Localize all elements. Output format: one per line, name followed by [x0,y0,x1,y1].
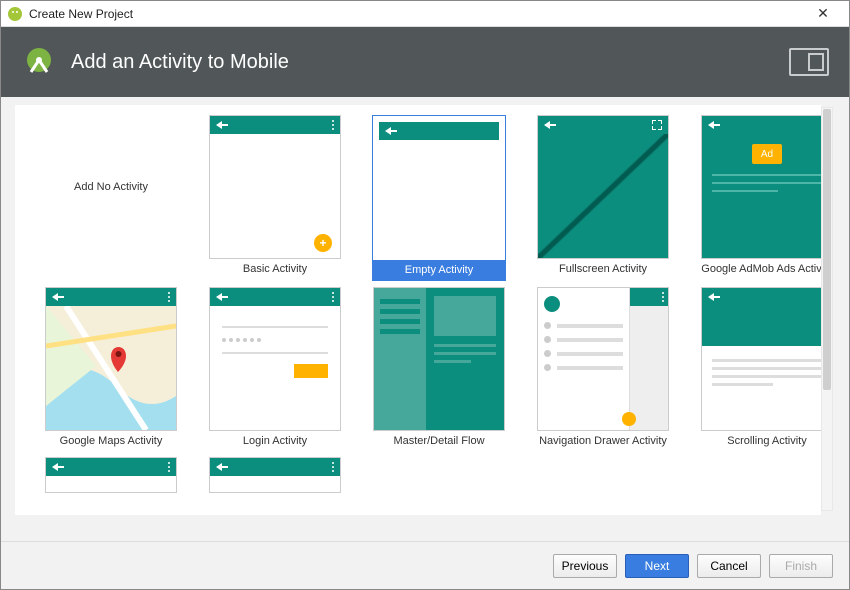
previous-button[interactable]: Previous [553,554,617,578]
template-navigation-drawer-activity[interactable]: Navigation Drawer Activity [527,287,679,451]
back-arrow-icon [216,293,222,301]
back-arrow-icon [52,293,58,301]
back-arrow-icon [216,121,222,129]
vertical-scrollbar[interactable] [821,107,833,511]
expand-icon [652,120,662,130]
template-scrolling-activity[interactable]: Scrolling Activity [691,287,835,451]
next-button[interactable]: Next [625,554,689,578]
cancel-button[interactable]: Cancel [697,554,761,578]
content-area: Add No Activity + Basic Activity [1,97,849,541]
android-studio-logo-icon [21,44,57,80]
template-partial-2[interactable] [199,457,351,493]
template-label: Fullscreen Activity [537,259,669,279]
header: Add an Activity to Mobile [1,27,849,97]
overflow-icon [168,462,170,472]
template-grid-scroll[interactable]: Add No Activity + Basic Activity [15,105,835,515]
template-add-no-activity[interactable]: Add No Activity [35,115,187,281]
back-arrow-icon [385,127,391,135]
page-title: Add an Activity to Mobile [71,51,789,74]
template-label: Empty Activity [373,260,505,280]
template-grid: Add No Activity + Basic Activity [35,115,813,493]
window-title: Create New Project [29,7,803,21]
close-icon[interactable]: ✕ [803,5,843,22]
template-label: Basic Activity [209,259,341,279]
back-arrow-icon [52,463,58,471]
fab-icon: + [314,234,332,252]
form-factor-icon [789,48,829,76]
back-arrow-icon [708,293,714,301]
ad-badge-icon: Ad [752,144,782,164]
back-arrow-icon [216,463,222,471]
login-button-icon [294,364,328,378]
overflow-icon [332,120,334,130]
template-empty-activity[interactable]: Empty Activity [363,115,515,281]
titlebar: Create New Project ✕ [1,1,849,27]
template-label: Navigation Drawer Activity [537,431,669,451]
template-label: Google AdMob Ads Activity [701,259,833,279]
template-basic-activity[interactable]: + Basic Activity [199,115,351,281]
overflow-icon [168,292,170,302]
template-label: Google Maps Activity [45,431,177,451]
overflow-icon [332,462,334,472]
overflow-icon [332,292,334,302]
template-label: Master/Detail Flow [373,431,505,451]
template-fullscreen-activity[interactable]: Fullscreen Activity [527,115,679,281]
template-label: Add No Activity [74,181,148,193]
template-admob-activity[interactable]: Ad Google AdMob Ads Activity [691,115,835,281]
template-master-detail-flow[interactable]: Master/Detail Flow [363,287,515,451]
template-label: Scrolling Activity [701,431,833,451]
template-login-activity[interactable]: Login Activity [199,287,351,451]
footer: Previous Next Cancel Finish [1,541,849,589]
app-icon [7,6,23,22]
template-partial-1[interactable] [35,457,187,493]
back-arrow-icon [544,121,550,129]
template-google-maps-activity[interactable]: Google Maps Activity [35,287,187,451]
fab-icon [622,412,636,426]
finish-button: Finish [769,554,833,578]
template-label: Login Activity [209,431,341,451]
back-arrow-icon [708,121,714,129]
